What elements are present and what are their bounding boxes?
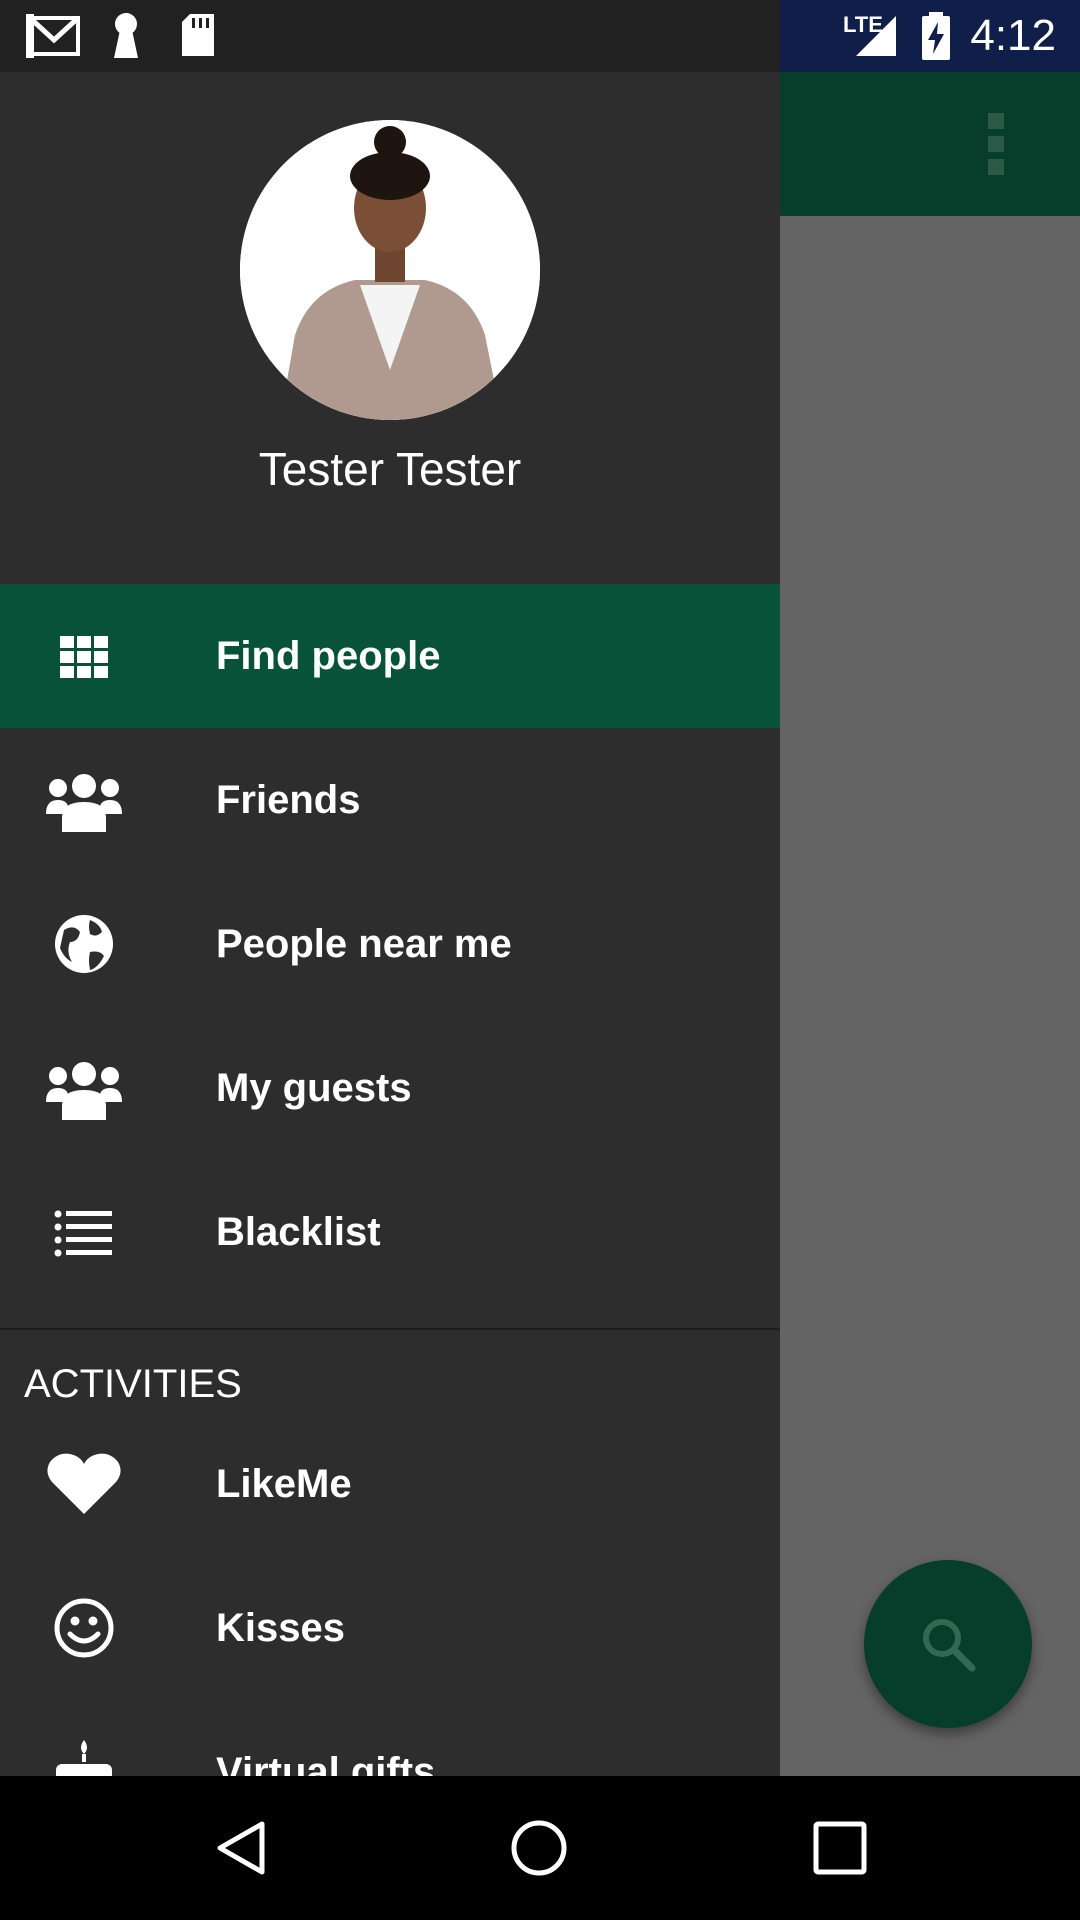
divider: [0, 1328, 780, 1330]
nav-item-likeme[interactable]: LikeMe: [0, 1412, 780, 1556]
grid-icon: [60, 636, 108, 678]
globe-icon: [55, 915, 113, 973]
nav-item-virtual-gifts[interactable]: Virtual gifts: [0, 1700, 780, 1776]
nav-item-label: Virtual gifts: [216, 1750, 436, 1776]
nav-item-label: People near me: [216, 922, 512, 966]
status-bar: LTE 4:12: [0, 0, 1080, 72]
signal-icon: [856, 16, 896, 56]
nav-item-label: My guests: [216, 1066, 412, 1110]
section-header-activities: ACTIVITIES: [24, 1362, 242, 1406]
gift-icon: [56, 1740, 112, 1776]
nav-item-label: LikeMe: [216, 1462, 352, 1506]
clock: 4:12: [970, 11, 1056, 60]
heart-icon: [47, 1453, 121, 1514]
nav-item-friends[interactable]: Friends: [0, 728, 780, 872]
nav-item-kisses[interactable]: Kisses: [0, 1556, 780, 1700]
nav-item-people-near-me[interactable]: People near me: [0, 872, 780, 1016]
nav-item-label: Friends: [216, 778, 361, 822]
smiley-icon: [54, 1598, 114, 1658]
battery-charging-icon: [922, 12, 950, 60]
nav-item-label: Kisses: [216, 1606, 345, 1650]
profile-photo: [240, 120, 540, 420]
gmail-icon: [26, 14, 80, 58]
app-toolbar: [780, 72, 1080, 216]
user-name: Tester Tester: [258, 443, 522, 495]
back-icon[interactable]: [212, 1818, 272, 1878]
nav-item-label: Find people: [216, 634, 441, 678]
content-scrim[interactable]: [780, 72, 1080, 1776]
search-fab[interactable]: [864, 1560, 1032, 1728]
recents-icon[interactable]: [810, 1818, 870, 1878]
sd-card-icon: [182, 14, 214, 56]
group-icon: [46, 774, 122, 832]
list-icon: [54, 1210, 112, 1257]
keyhole-icon: [114, 13, 138, 58]
overflow-menu-icon[interactable]: [985, 113, 1007, 175]
nav-item-label: Blacklist: [216, 1210, 381, 1254]
home-icon[interactable]: [509, 1818, 569, 1878]
group-icon: [46, 1062, 122, 1120]
nav-item-blacklist[interactable]: Blacklist: [0, 1160, 780, 1304]
avatar[interactable]: [240, 120, 540, 420]
search-icon: [923, 1619, 976, 1672]
nav-item-my-guests[interactable]: My guests: [0, 1016, 780, 1160]
system-navigation-bar: [0, 1776, 1080, 1920]
nav-item-find-people[interactable]: Find people: [0, 584, 780, 728]
navigation-drawer: Tester Tester Find people Friends People…: [0, 72, 780, 1776]
